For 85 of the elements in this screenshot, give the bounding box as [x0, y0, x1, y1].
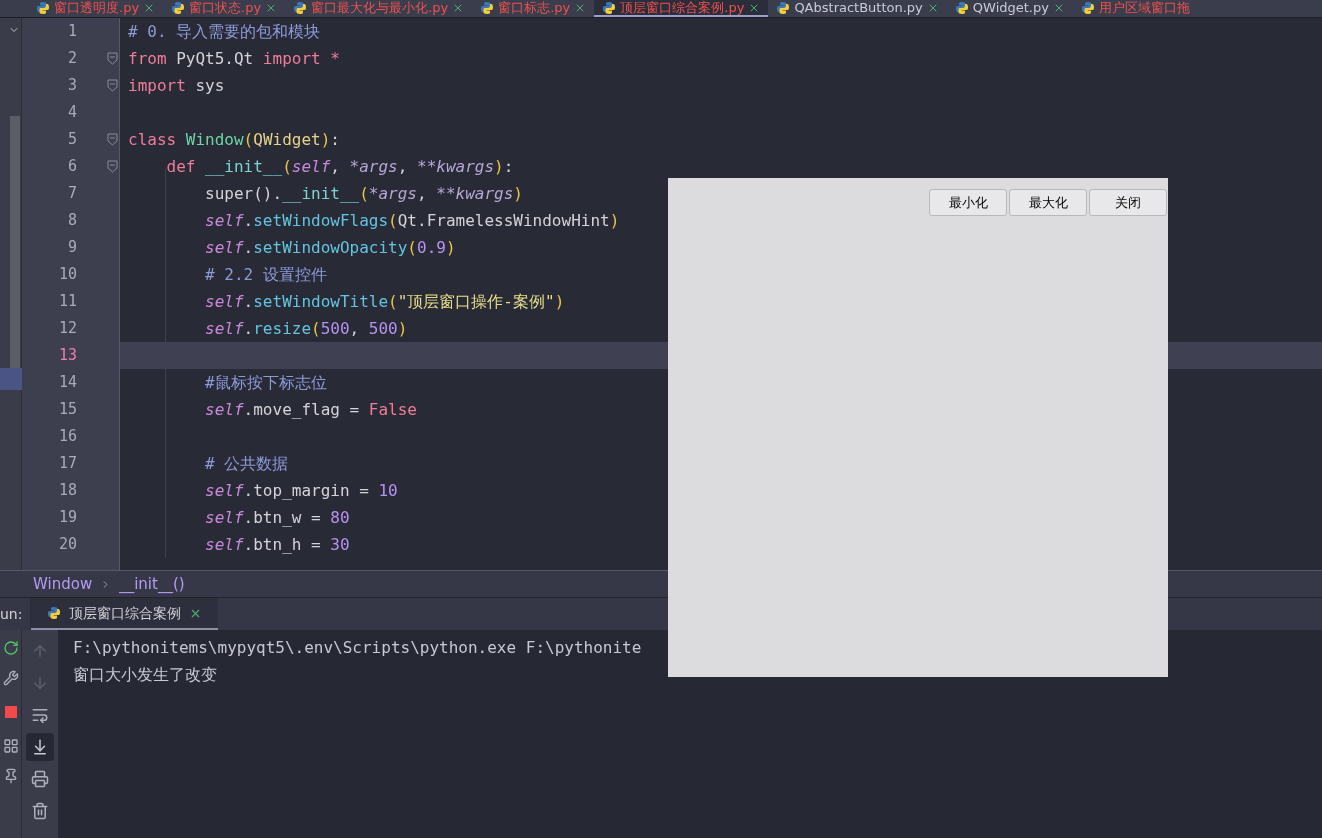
breadcrumb-item[interactable]: __init__() — [119, 572, 185, 596]
fold-marker-icon[interactable] — [107, 133, 118, 146]
python-icon — [293, 0, 308, 15]
python-icon — [602, 0, 617, 15]
fold-marker-icon[interactable] — [107, 52, 118, 65]
run-tab[interactable]: 顶层窗口综合案例 — [31, 598, 218, 630]
code-line: # 0. 导入需要的包和模块 — [128, 20, 321, 43]
line-number: 15 — [57, 399, 77, 421]
tab-label: 顶层窗口综合案例 — [69, 603, 181, 623]
line-number: 16 — [57, 426, 77, 448]
tab-label: 用户区域窗口拖 — [1098, 1, 1190, 14]
scroll-to-end-icon — [31, 738, 49, 756]
line-number: 20 — [57, 534, 77, 556]
code-line: self.btn_w = 80 — [204, 506, 350, 529]
code-line: self.move_flag = False — [204, 398, 417, 421]
console-line: 窗口大小发生了改变 — [73, 664, 218, 686]
line-number: 11 — [57, 291, 77, 313]
tab-label: 窗口状态.py — [189, 1, 262, 14]
rerun-icon[interactable] — [2, 640, 19, 656]
line-number: 18 — [57, 480, 77, 502]
tab-label: 窗口标志.py — [498, 1, 571, 14]
editor-tab[interactable]: 窗口标志.py — [472, 0, 595, 17]
code-line: self.top_margin = 10 — [204, 479, 398, 502]
tab-label: 顶层窗口综合案例.py — [620, 1, 745, 14]
line-number: 12 — [57, 318, 77, 340]
python-icon — [776, 0, 791, 15]
python-icon — [47, 606, 61, 620]
line-number: 14 — [57, 372, 77, 394]
window-button[interactable]: 关闭 — [1089, 189, 1167, 216]
tab-label: 窗口最大化与最小化.py — [311, 1, 449, 14]
code-line: # 2.2 设置控件 — [204, 263, 327, 286]
tab-label: QWidget.py — [972, 1, 1049, 14]
editor-tab[interactable]: QAbstractButton.py — [768, 0, 947, 17]
code-line: self.setWindowFlags(Qt.FramelessWindowHint) — [204, 209, 620, 232]
line-number: 2 — [66, 48, 77, 70]
code-line: from PyQt5.Qt import * — [128, 47, 340, 70]
editor-tab[interactable]: 用户区域窗口拖 — [1072, 0, 1198, 17]
editor-tab[interactable]: 窗口状态.py — [163, 0, 286, 17]
line-number: 8 — [66, 210, 77, 232]
tab-label: QAbstractButton.py — [794, 1, 923, 14]
scroll-to-end-button[interactable] — [26, 733, 54, 761]
code-line: self.setWindowOpacity(0.9) — [204, 236, 456, 259]
line-number: 13 — [57, 345, 77, 367]
code-line: # 公共数据 — [204, 452, 289, 475]
python-icon — [1080, 0, 1095, 15]
editor-tab[interactable]: QWidget.py — [946, 0, 1073, 17]
editor-tab[interactable]: 窗口最大化与最小化.py — [285, 0, 473, 17]
line-number: 9 — [66, 237, 77, 259]
code-line: self.btn_h = 30 — [204, 533, 350, 556]
soft-wrap-icon[interactable] — [31, 706, 49, 724]
code-line: import sys — [128, 74, 225, 97]
scrollbar-thumb[interactable] — [10, 116, 20, 368]
line-number: 6 — [66, 156, 77, 178]
window-button[interactable]: 最大化 — [1009, 189, 1087, 216]
trash-icon[interactable] — [31, 802, 49, 820]
code-line: self.setWindowTitle("顶层窗口操作-案例") — [204, 290, 565, 313]
python-icon — [171, 0, 186, 15]
code-line: class Window(QWidget): — [128, 128, 340, 151]
line-number: 10 — [57, 264, 77, 286]
line-number: 1 — [66, 21, 77, 43]
python-icon — [480, 0, 495, 15]
editor-tab[interactable]: 顶层窗口综合案例.py — [594, 0, 769, 17]
line-number: 19 — [57, 507, 77, 529]
python-icon — [36, 0, 50, 15]
fold-marker-icon[interactable] — [107, 160, 118, 173]
stop-icon[interactable] — [4, 706, 17, 718]
code-line: self.resize(500, 500) — [204, 317, 408, 340]
code-line: super().__init__(*args, **kwargs) — [204, 182, 523, 205]
python-icon — [954, 0, 969, 15]
editor-tab[interactable]: 窗口透明度.py — [28, 0, 164, 17]
code-line: #鼠标按下标志位 — [204, 371, 327, 394]
console-line: F:\pythonitems\mypyqt5\.env\Scripts\python.exe F:\pythonite — [73, 637, 643, 659]
code-line: def __init__(self, *args, **kwargs): — [165, 155, 514, 178]
line-number: 17 — [57, 453, 77, 475]
printer-icon[interactable] — [31, 770, 49, 788]
line-number: 4 — [66, 102, 77, 124]
tab-label: 窗口透明度.py — [54, 1, 140, 14]
wrench-icon[interactable] — [2, 670, 19, 686]
fold-marker-icon[interactable] — [107, 79, 118, 92]
window-button[interactable]: 最小化 — [929, 189, 1007, 216]
line-number: 3 — [66, 75, 77, 97]
breadcrumb-item[interactable]: Window — [33, 572, 93, 596]
line-number: 7 — [66, 183, 77, 205]
layout-icon[interactable] — [2, 738, 19, 754]
line-number: 5 — [66, 129, 77, 151]
